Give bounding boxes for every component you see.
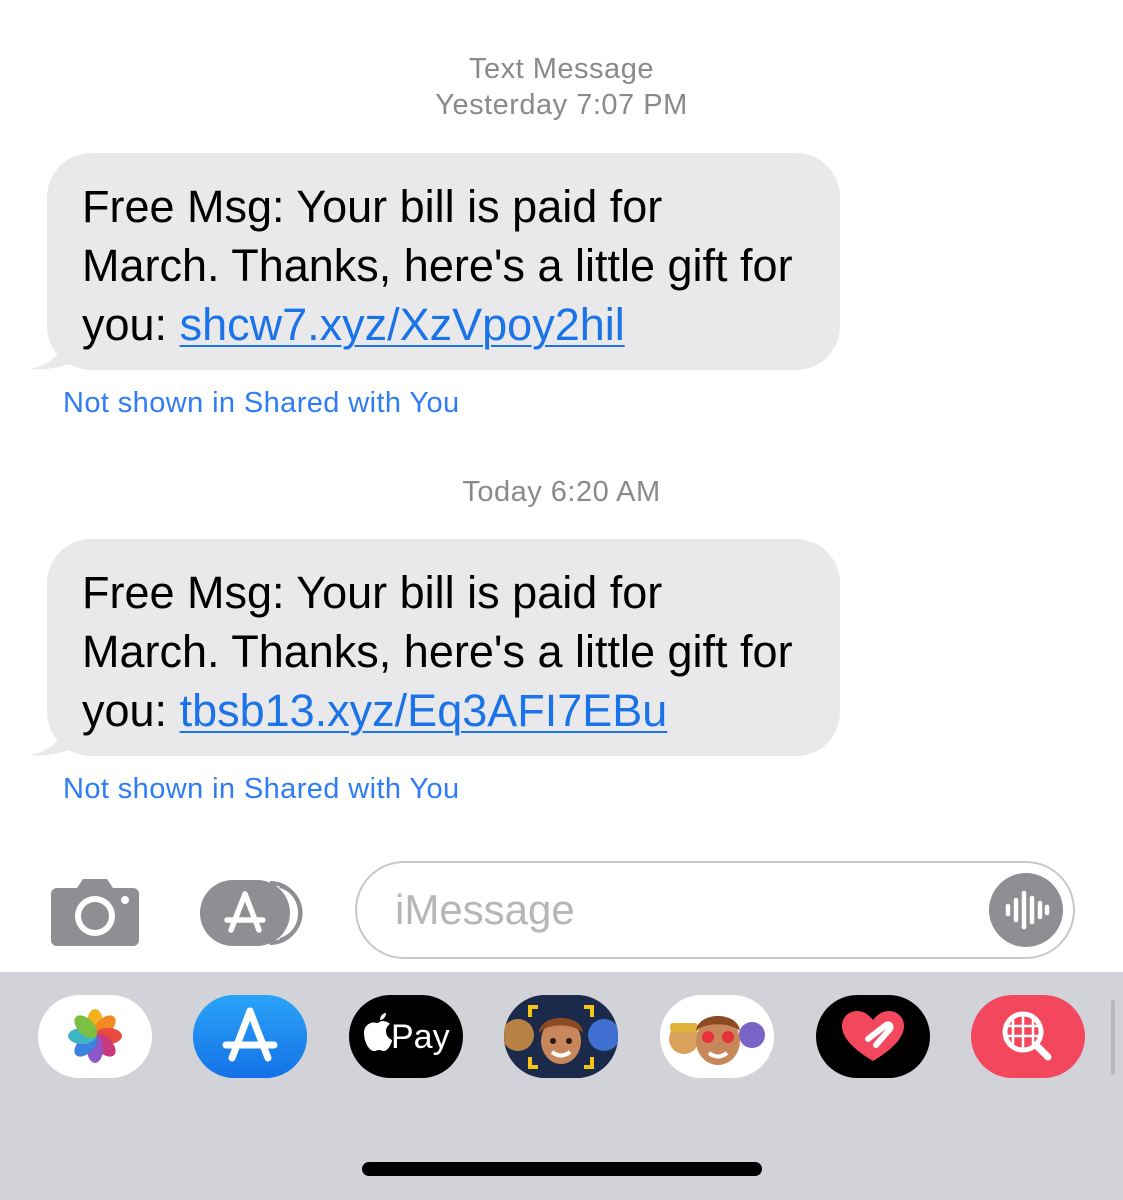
- message-input-field[interactable]: [355, 861, 1075, 959]
- message-bubble[interactable]: Free Msg: Your bill is paid for March. T…: [47, 539, 840, 756]
- memoji-icon: [504, 995, 618, 1078]
- dictation-button[interactable]: [989, 873, 1063, 947]
- message-input[interactable]: [393, 881, 957, 939]
- image-search-app[interactable]: [971, 995, 1085, 1078]
- image-search-icon: [1002, 1011, 1052, 1061]
- camera-button[interactable]: [51, 876, 139, 951]
- message-link[interactable]: tbsb13.xyz/Eq3AFI7EBu: [180, 685, 668, 736]
- apple-pay-label: Pay: [391, 1018, 450, 1056]
- shared-with-you-note[interactable]: Not shown in Shared with You: [63, 387, 460, 420]
- shared-with-you-note[interactable]: Not shown in Shared with You: [63, 773, 460, 806]
- camera-icon: [51, 879, 139, 946]
- photos-icon: [68, 1009, 122, 1063]
- conversation-timestamp: Yesterday 7:07 PM: [435, 89, 688, 121]
- memoji-stickers-app[interactable]: [660, 995, 774, 1078]
- app-store-icon: [200, 880, 303, 946]
- app-store-app[interactable]: [193, 995, 307, 1078]
- drawer-scrollbar[interactable]: [1111, 1000, 1115, 1075]
- apple-pay-icon: Pay: [364, 1013, 450, 1056]
- digital-touch-app[interactable]: [816, 995, 930, 1078]
- digital-touch-icon: [842, 1011, 904, 1061]
- message-bubble[interactable]: Free Msg: Your bill is paid for March. T…: [47, 153, 840, 370]
- voice-waveform-icon: [1005, 890, 1050, 930]
- message-timestamp: Today 6:20 AM: [462, 476, 661, 508]
- memoji-stickers-icon: [669, 1016, 765, 1065]
- memoji-app[interactable]: [504, 995, 618, 1078]
- apps-button[interactable]: [200, 880, 306, 951]
- apple-pay-app[interactable]: Pay: [349, 995, 463, 1078]
- app-store-icon: [193, 995, 307, 1078]
- message-link[interactable]: shcw7.xyz/XzVpoy2hil: [180, 299, 625, 350]
- conversation-type-label: Text Message: [469, 53, 654, 85]
- home-indicator[interactable]: [362, 1162, 762, 1176]
- photos-app[interactable]: [38, 995, 152, 1078]
- app-drawer: Pay: [0, 972, 1123, 1200]
